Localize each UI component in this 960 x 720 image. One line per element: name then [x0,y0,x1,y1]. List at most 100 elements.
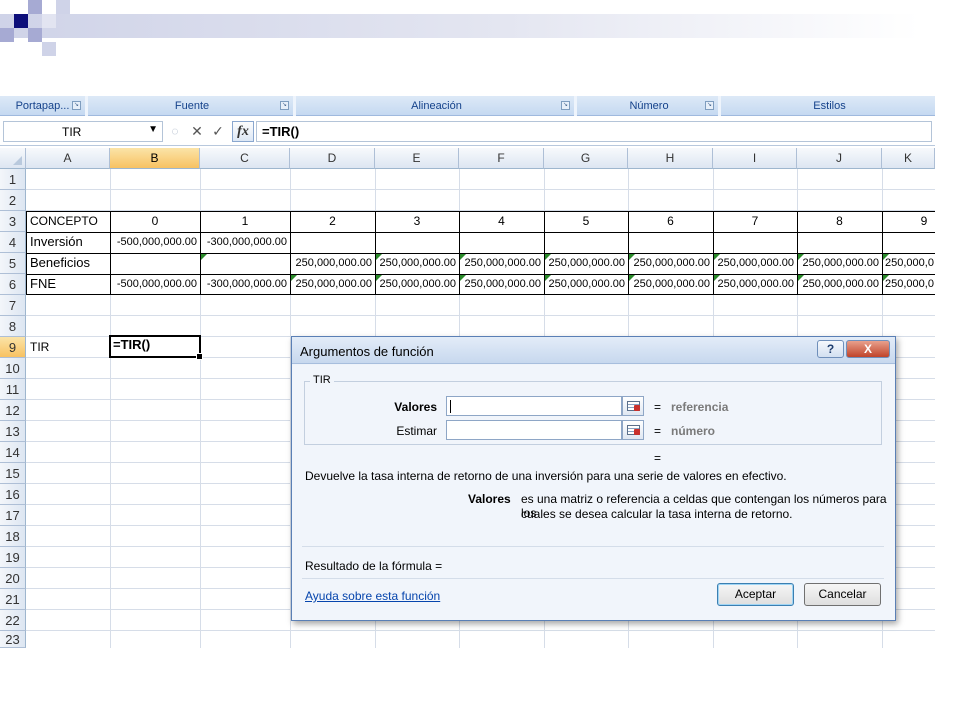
active-cell-b9[interactable]: =TIR() [109,335,203,360]
cell-d5[interactable]: 250,000,000.00 [291,253,374,274]
cell-g6[interactable]: 250,000,000.00 [545,274,627,295]
row-header-9[interactable]: 9 [0,337,26,358]
collapse-dialog-button[interactable] [622,420,644,440]
row-header-12[interactable]: 12 [0,400,26,421]
dialog-launcher-icon[interactable]: ↘ [561,101,570,110]
cell-d3[interactable]: 2 [291,211,374,232]
cell-h3[interactable]: 6 [629,211,712,232]
row-header-6[interactable]: 6 [0,274,26,295]
cell-g5[interactable]: 250,000,000.00 [545,253,627,274]
dialog-title-bar[interactable]: Argumentos de función ? X [292,337,895,364]
cell-c3[interactable]: 1 [201,211,289,232]
cell-e6[interactable]: 250,000,000.00 [376,274,458,295]
slide-decoration-square [56,0,70,14]
dialog-launcher-icon[interactable]: ↘ [280,101,289,110]
row-header-23[interactable]: 23 [0,631,26,648]
column-header-j[interactable]: J [797,148,882,169]
estimar-label: Estimar [396,424,437,438]
cell-h5[interactable]: 250,000,000.00 [629,253,712,274]
row-header-22[interactable]: 22 [0,610,26,631]
cell-i5[interactable]: 250,000,000.00 [714,253,796,274]
cell-e3[interactable]: 3 [376,211,458,232]
row-header-14[interactable]: 14 [0,442,26,463]
column-header-c[interactable]: C [200,148,290,169]
row-header-17[interactable]: 17 [0,505,26,526]
column-header-i[interactable]: I [713,148,797,169]
ribbon-group-alignment[interactable]: Alineación ↘ [299,96,577,116]
chevron-down-icon[interactable]: ▼ [148,124,158,135]
name-box[interactable]: TIR ▼ [3,121,163,142]
cell-e5[interactable]: 250,000,000.00 [376,253,458,274]
cell-k6[interactable]: 250,000,0 [883,274,935,295]
cell-k3[interactable]: 9 [883,211,935,232]
ribbon-group-styles[interactable]: Estilos [724,96,935,116]
cell-i3[interactable]: 7 [714,211,796,232]
row-header-8[interactable]: 8 [0,316,26,337]
help-button[interactable]: ? [817,340,844,358]
cell-k5[interactable]: 250,000,0 [883,253,935,274]
ribbon-group-font[interactable]: Fuente ↘ [91,96,296,116]
cell-a5[interactable]: Beneficios [27,253,109,274]
cell-d6[interactable]: 250,000,000.00 [291,274,374,295]
row-header-2[interactable]: 2 [0,190,26,211]
row-header-19[interactable]: 19 [0,547,26,568]
cell-j3[interactable]: 8 [798,211,881,232]
cell-f3[interactable]: 4 [460,211,543,232]
row-header-4[interactable]: 4 [0,232,26,253]
close-button[interactable]: X [846,340,890,358]
ribbon-group-number[interactable]: Número ↘ [580,96,721,116]
column-header-f[interactable]: F [459,148,544,169]
insert-function-button[interactable]: fx [232,121,254,142]
ribbon-group-clipboard[interactable]: Portapap... ↘ [0,96,88,116]
column-header-b[interactable]: B [110,148,200,169]
cell-b3[interactable]: 0 [111,211,199,232]
cell-a9[interactable]: TIR [27,337,109,358]
cell-h6[interactable]: 250,000,000.00 [629,274,712,295]
cell-b4[interactable]: -500,000,000.00 [111,232,199,253]
row-header-16[interactable]: 16 [0,484,26,505]
row-header-7[interactable]: 7 [0,295,26,316]
cancel-button[interactable]: Cancelar [804,583,881,606]
cell-a4[interactable]: Inversión [27,232,109,253]
estimar-input[interactable] [446,420,622,440]
ok-button[interactable]: Aceptar [717,583,794,606]
valores-input[interactable] [446,396,622,416]
cell-a3[interactable]: CONCEPTO [27,211,109,232]
row-header-11[interactable]: 11 [0,379,26,400]
cell-c4[interactable]: -300,000,000.00 [201,232,289,253]
cell-j6[interactable]: 250,000,000.00 [798,274,881,295]
column-header-e[interactable]: E [375,148,459,169]
confirm-entry-icon[interactable]: ✓ [209,122,227,141]
cell-j5[interactable]: 250,000,000.00 [798,253,881,274]
row-header-20[interactable]: 20 [0,568,26,589]
column-header-k[interactable]: K [882,148,935,169]
collapse-dialog-button[interactable] [622,396,644,416]
column-header-g[interactable]: G [544,148,628,169]
cell-i6[interactable]: 250,000,000.00 [714,274,796,295]
cell-b6[interactable]: -500,000,000.00 [111,274,199,295]
cancel-entry-icon[interactable]: ✕ [188,122,206,141]
cell-f6[interactable]: 250,000,000.00 [460,274,543,295]
row-header-5[interactable]: 5 [0,253,26,274]
select-all-button[interactable] [0,148,26,169]
row-header-1[interactable]: 1 [0,169,26,190]
cell-c6[interactable]: -300,000,000.00 [201,274,289,295]
row-header-18[interactable]: 18 [0,526,26,547]
formula-input[interactable]: =TIR() [256,121,932,142]
row-header-15[interactable]: 15 [0,463,26,484]
row-header-21[interactable]: 21 [0,589,26,610]
column-header-d[interactable]: D [290,148,375,169]
ribbon-group-label: Portapap... [15,100,70,112]
cell-a6[interactable]: FNE [27,274,109,295]
dialog-launcher-icon[interactable]: ↘ [72,101,81,110]
row-header-13[interactable]: 13 [0,421,26,442]
column-header-a[interactable]: A [26,148,110,169]
function-help-link[interactable]: Ayuda sobre esta función [305,589,440,603]
row-header-10[interactable]: 10 [0,358,26,379]
ribbon-group-label: Fuente [174,100,210,112]
column-header-h[interactable]: H [628,148,713,169]
cell-g3[interactable]: 5 [545,211,627,232]
row-header-3[interactable]: 3 [0,211,26,232]
dialog-launcher-icon[interactable]: ↘ [705,101,714,110]
cell-f5[interactable]: 250,000,000.00 [460,253,543,274]
